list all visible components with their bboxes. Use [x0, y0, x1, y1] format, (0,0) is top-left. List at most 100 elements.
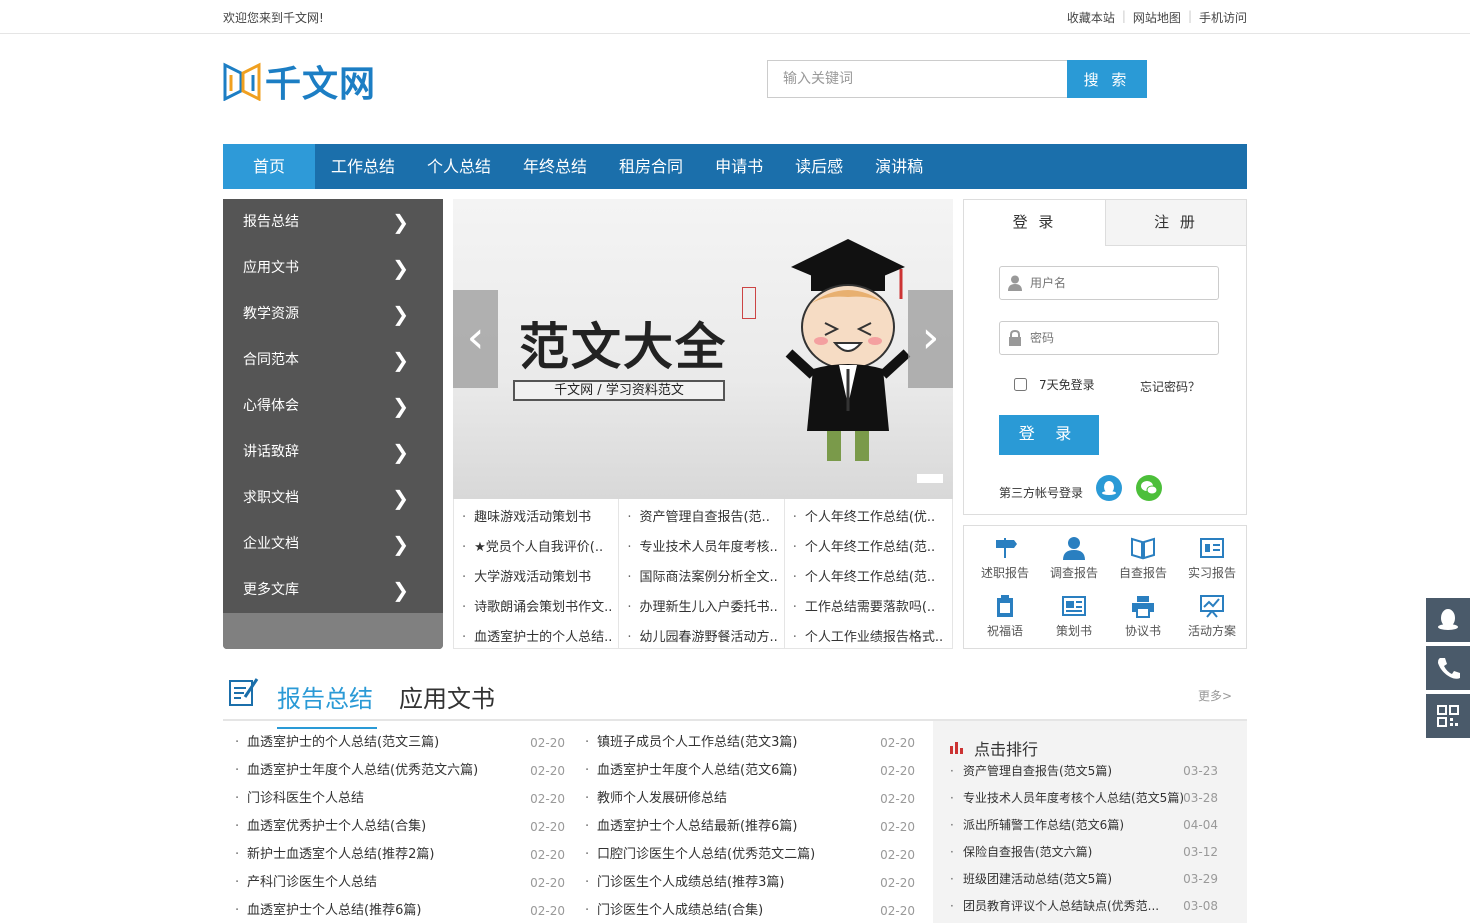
article-link[interactable]: · 血透室护士的个人总结.. — [454, 623, 618, 653]
category-item[interactable]: 教学资源 ❯ — [223, 291, 443, 337]
lock-icon — [1009, 330, 1021, 346]
article-link[interactable]: · 工作总结需要落款吗(.. — [785, 593, 952, 623]
article-link[interactable]: · 个人年终工作总结(范.. — [785, 563, 952, 593]
article-link[interactable]: · 诗歌朗诵会策划书作文.. — [454, 593, 618, 623]
phone-contact-button[interactable] — [1426, 646, 1470, 690]
article-link[interactable]: · 个人工作业绩报告格式.. — [785, 623, 952, 653]
tab-report-summary[interactable]: 报告总结 — [277, 679, 377, 729]
nav-item-home[interactable]: 首页 — [223, 144, 315, 189]
article-link[interactable]: · 办理新生儿入户委托书.. — [619, 593, 783, 623]
nav-item-speech[interactable]: 演讲稿 — [859, 144, 939, 189]
nav-item-application[interactable]: 申请书 — [699, 144, 779, 189]
qr-code-icon — [1437, 705, 1459, 727]
list-item[interactable]: · 口腔门诊医生个人总结(优秀范文二篇) 02-20 — [585, 841, 915, 869]
list-item[interactable]: · 血透室优秀护士个人总结(合集) 02-20 — [235, 813, 565, 841]
list-item[interactable]: · 血透室护士的个人总结(范文三篇) 02-20 — [235, 729, 565, 757]
article-link[interactable]: · 资产管理自查报告(范.. — [619, 503, 783, 533]
article-link[interactable]: · 个人年终工作总结(范.. — [785, 533, 952, 563]
ranking-item[interactable]: · 派出所辅警工作总结(范文6篇) 04-04 — [950, 812, 1218, 839]
password-field[interactable] — [999, 321, 1219, 355]
graduate-mascot-image — [785, 239, 911, 461]
category-item[interactable]: 应用文书 ❯ — [223, 245, 443, 291]
list-item[interactable]: · 血透室护士年度个人总结(范文6篇) 02-20 — [585, 757, 915, 785]
remember-me[interactable]: 7天免登录 — [1014, 376, 1095, 393]
list-item[interactable]: · 新护士血透室个人总结(推荐2篇) 02-20 — [235, 841, 565, 869]
qq-login-icon[interactable] — [1096, 475, 1122, 501]
chevron-right-icon: ❯ — [392, 578, 409, 602]
search-button[interactable]: 搜 索 — [1067, 60, 1147, 98]
article-link[interactable]: · 幼儿园春游野餐活动方.. — [619, 623, 783, 653]
tab-application-docs[interactable]: 应用文书 — [399, 679, 495, 714]
quick-link[interactable]: 述职报告 — [970, 536, 1040, 581]
wechat-login-icon[interactable] — [1136, 475, 1162, 501]
ranking-item[interactable]: · 班级团建活动总结(范文5篇) 03-29 — [950, 866, 1218, 893]
list-item[interactable]: · 门诊医生个人成绩总结(合集) 02-20 — [585, 897, 915, 923]
forgot-password-link[interactable]: 忘记密码？ — [1140, 378, 1200, 395]
category-item[interactable]: 更多文库 ❯ — [223, 567, 443, 613]
quick-link[interactable]: 自查报告 — [1108, 536, 1178, 581]
article-link[interactable]: · 国际商法案例分析全文.. — [619, 563, 783, 593]
site-logo[interactable]: 千文网 — [223, 58, 385, 105]
username-input[interactable] — [1030, 273, 1210, 293]
bookmark-link[interactable]: 收藏本站 — [1067, 9, 1115, 26]
list-item[interactable]: · 门诊科医生个人总结 02-20 — [235, 785, 565, 813]
list-item[interactable]: · 镇班子成员个人工作总结(范文3篇) 02-20 — [585, 729, 915, 757]
list-item[interactable]: · 产科门诊医生个人总结 02-20 — [235, 869, 565, 897]
quick-link[interactable]: 祝福语 — [970, 594, 1040, 639]
remember-checkbox[interactable] — [1014, 378, 1027, 391]
category-label: 教学资源 — [243, 306, 299, 322]
banner-next-button[interactable]: › — [908, 290, 953, 388]
article-link[interactable]: · ★党员个人自我评价(.. — [454, 533, 618, 563]
search-input[interactable] — [767, 60, 1067, 98]
seal-stamp — [742, 287, 756, 319]
login-button[interactable]: 登 录 — [999, 415, 1099, 455]
list-item[interactable]: · 门诊医生个人成绩总结(推荐3篇) 02-20 — [585, 869, 915, 897]
quick-link[interactable]: 活动方案 — [1177, 594, 1247, 639]
list-item[interactable]: · 教师个人发展研修总结 02-20 — [585, 785, 915, 813]
article-column: · 个人年终工作总结(优.. · 个人年终工作总结(范.. · 个人年终工作总结(范.… — [785, 499, 952, 648]
ranking-header: 点击排行 — [950, 736, 1038, 760]
category-item[interactable]: 讲话致辞 ❯ — [223, 429, 443, 475]
list-item[interactable]: · 血透室护士年度个人总结(优秀范文六篇) 02-20 — [235, 757, 565, 785]
tab-register[interactable]: 注 册 — [1105, 200, 1246, 246]
article-link[interactable]: · 专业技术人员年度考核.. — [619, 533, 783, 563]
category-item[interactable]: 报告总结 ❯ — [223, 199, 443, 245]
nav-item-lease-contract[interactable]: 租房合同 — [603, 144, 699, 189]
qr-code-button[interactable] — [1426, 694, 1470, 738]
ranking-item[interactable]: · 资产管理自查报告(范文5篇) 03-23 — [950, 758, 1218, 785]
quick-link[interactable]: 协议书 — [1108, 594, 1178, 639]
article-link[interactable]: · 大学游戏活动策划书 — [454, 563, 618, 593]
password-input[interactable] — [1030, 328, 1210, 348]
tab-login[interactable]: 登 录 — [964, 200, 1105, 246]
nav-item-personal-summary[interactable]: 个人总结 — [411, 144, 507, 189]
banner-title: 范文大全 — [519, 317, 727, 376]
nav-item-book-review[interactable]: 读后感 — [779, 144, 859, 189]
id-card-icon — [1200, 538, 1224, 558]
ranking-item[interactable]: · 专业技术人员年度考核个人总结(范文5篇) 03-28 — [950, 785, 1218, 812]
list-item[interactable]: · 血透室护士个人总结(推荐6篇) 02-20 — [235, 897, 565, 923]
category-item[interactable]: 求职文档 ❯ — [223, 475, 443, 521]
category-item[interactable]: 企业文档 ❯ — [223, 521, 443, 567]
ranking-item[interactable]: · 团员教育评议个人总结缺点(优秀范... 03-08 — [950, 893, 1218, 920]
username-field[interactable] — [999, 266, 1219, 300]
list-item[interactable]: · 血透室护士个人总结最新(推荐6篇) 02-20 — [585, 813, 915, 841]
sitemap-link[interactable]: 网站地图 — [1133, 9, 1181, 26]
mobile-link[interactable]: 手机访问 — [1199, 9, 1247, 26]
article-link[interactable]: · 个人年终工作总结(优.. — [785, 503, 952, 533]
banner-slider[interactable]: 范文大全 千文网 / 学习资料范文 ‹ › — [453, 199, 953, 499]
ranking-item[interactable]: · 保险自查报告(范文六篇) 03-12 — [950, 839, 1218, 866]
banner-indicator[interactable] — [917, 474, 943, 483]
category-item[interactable]: 心得体会 ❯ — [223, 383, 443, 429]
article-link[interactable]: · 趣味游戏活动策划书 — [454, 503, 618, 533]
banner-prev-button[interactable]: ‹ — [453, 290, 498, 388]
quick-link[interactable]: 策划书 — [1039, 594, 1109, 639]
nav-item-work-summary[interactable]: 工作总结 — [315, 144, 411, 189]
quick-link[interactable]: 实习报告 — [1177, 536, 1247, 581]
qq-contact-button[interactable] — [1426, 598, 1470, 642]
quick-link[interactable]: 调查报告 — [1039, 536, 1109, 581]
category-item[interactable]: 合同范本 ❯ — [223, 337, 443, 383]
ranking-panel: 点击排行 · 资产管理自查报告(范文5篇) 03-23 · 专业技术人员年度考核个人总… — [933, 721, 1247, 923]
more-link[interactable]: 更多> — [1198, 687, 1232, 704]
nav-item-year-end-summary[interactable]: 年终总结 — [507, 144, 603, 189]
chevron-right-icon: ❯ — [392, 440, 409, 464]
